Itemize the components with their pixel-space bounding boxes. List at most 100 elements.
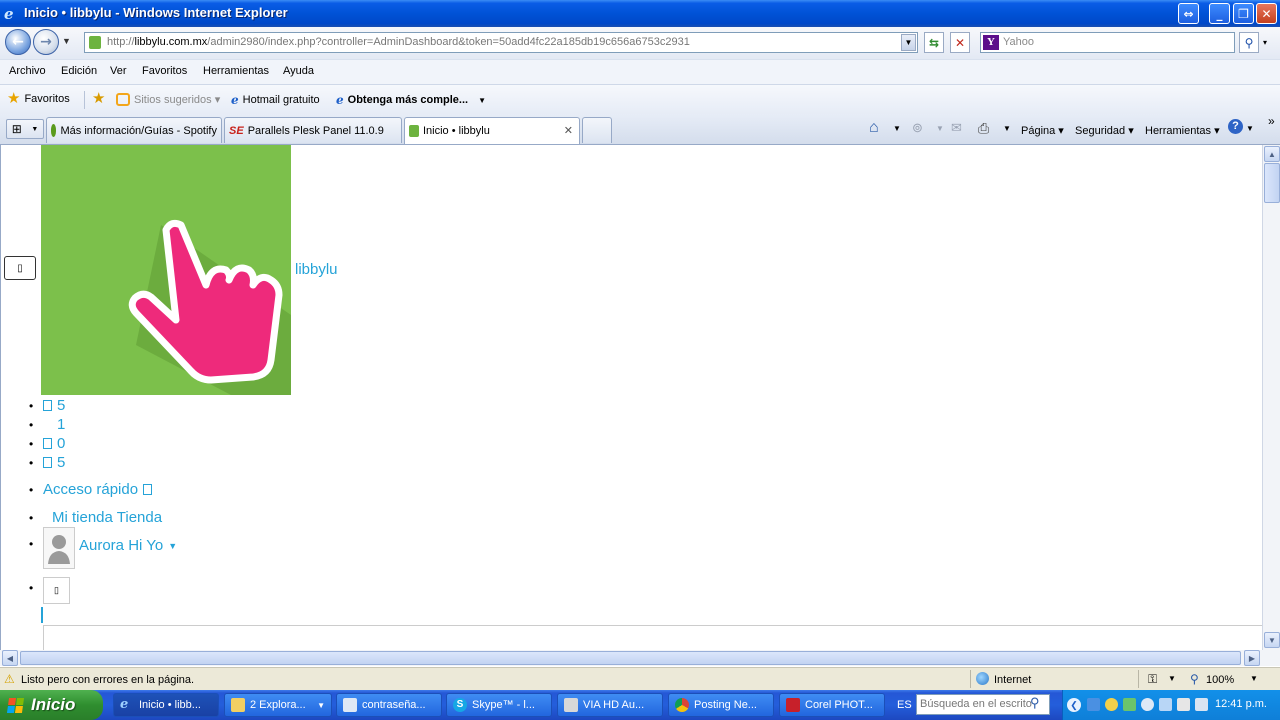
chevron-down-icon[interactable]: ▼: [1168, 674, 1176, 683]
site-favicon-icon: [409, 125, 419, 137]
tab-spotify[interactable]: Más información/Guías - Spotify: [46, 117, 222, 143]
warning-icon[interactable]: ⚠: [4, 672, 16, 686]
my-store-link[interactable]: • Mi tienda Tienda: [29, 509, 162, 526]
horizontal-scrollbar[interactable]: ◀ ▶: [0, 650, 1262, 666]
chevron-down-icon: [143, 484, 153, 495]
url-dropdown-icon[interactable]: ▼: [901, 34, 916, 51]
menu-favoritos[interactable]: Favoritos: [142, 65, 187, 77]
zoom-level[interactable]: 100%: [1206, 674, 1234, 686]
address-input[interactable]: http://libbylu.com.mx/admin2980/index.ph…: [84, 32, 918, 53]
scroll-down-icon[interactable]: ▼: [1264, 632, 1280, 648]
content-frame: [43, 625, 1262, 650]
print-dropdown-icon[interactable]: ▼: [1003, 124, 1011, 133]
tray-app-icon[interactable]: [1105, 698, 1118, 711]
home-icon[interactable]: ⌂: [869, 119, 879, 137]
switch-view-button[interactable]: ⇔: [1178, 3, 1199, 24]
add-favorite-button[interactable]: ★: [92, 91, 105, 106]
suggested-sites-link[interactable]: Sitios sugeridos ▾: [116, 93, 220, 106]
tools-menu[interactable]: Herramientas ▾: [1145, 124, 1220, 137]
quick-access-link[interactable]: • Acceso rápido: [29, 481, 157, 498]
taskbar-button-ie[interactable]: e Inicio • libb...: [113, 693, 219, 717]
history-dropdown-icon[interactable]: ▼: [62, 36, 71, 46]
search-icon[interactable]: ⚲: [1030, 695, 1040, 711]
search-button[interactable]: ⚲: [1239, 32, 1259, 53]
menu-ayuda[interactable]: Ayuda: [283, 65, 314, 77]
tab-plesk[interactable]: SE Parallels Plesk Panel 11.0.9: [224, 117, 402, 143]
box-button[interactable]: ▯: [43, 577, 70, 604]
close-tab-icon[interactable]: ✕: [564, 124, 573, 137]
tray-app-icon[interactable]: [1123, 698, 1136, 711]
hotmail-link[interactable]: e Hotmail gratuito: [231, 93, 320, 107]
print-icon[interactable]: ⎙: [978, 120, 989, 137]
protected-mode-icon[interactable]: ⚿: [1148, 672, 1157, 687]
taskbar-button-document[interactable]: contraseña...: [336, 693, 442, 717]
mail-icon[interactable]: ✉: [951, 120, 962, 136]
site-name-link[interactable]: libbylu: [295, 261, 338, 278]
close-button[interactable]: ✕: [1256, 3, 1277, 24]
home-dropdown-icon[interactable]: ▼: [893, 124, 901, 133]
avatar[interactable]: [43, 527, 75, 569]
scroll-right-icon[interactable]: ▶: [1244, 650, 1260, 666]
new-tab-button[interactable]: [582, 117, 612, 143]
refresh-button[interactable]: ⇆: [924, 32, 944, 53]
page-menu[interactable]: Página ▾: [1021, 124, 1064, 137]
scroll-up-icon[interactable]: ▲: [1264, 146, 1280, 162]
minimize-button[interactable]: _: [1209, 3, 1230, 24]
menu-edicion[interactable]: Edición: [61, 65, 97, 77]
network-icon[interactable]: [1159, 698, 1172, 711]
favorites-button[interactable]: ★ Favoritos: [7, 91, 70, 106]
security-menu[interactable]: Seguridad ▾: [1075, 124, 1134, 137]
taskbar-button-corel[interactable]: Corel PHOT...: [779, 693, 885, 717]
site-logo[interactable]: [41, 145, 291, 395]
tray-app-icon[interactable]: [1177, 698, 1190, 711]
divider: [84, 91, 85, 109]
menu-archivo[interactable]: Archivo: [9, 65, 46, 77]
start-button[interactable]: Inicio: [0, 690, 103, 720]
more-commands-icon[interactable]: »: [1268, 114, 1275, 128]
feed-dropdown-icon[interactable]: ▼: [936, 124, 944, 133]
notification-item[interactable]: • 5: [29, 454, 65, 471]
tray-app-icon[interactable]: [1087, 698, 1100, 711]
scroll-left-icon[interactable]: ◀: [2, 650, 18, 666]
scroll-corner: [1262, 650, 1280, 666]
quick-tabs-button[interactable]: ⊞ ▼: [6, 119, 44, 139]
notification-item[interactable]: • 5: [29, 397, 65, 414]
forward-button[interactable]: →: [33, 29, 59, 55]
get-more-link[interactable]: e Obtenga más comple... ▼: [336, 93, 486, 107]
taskbar-button-skype[interactable]: S Skype™ - l...: [446, 693, 552, 717]
taskbar-button-explorer[interactable]: 2 Explora... ▼: [224, 693, 332, 717]
search-input[interactable]: Y Yahoo: [980, 32, 1235, 53]
tray-app-icon[interactable]: [1141, 698, 1154, 711]
clock[interactable]: 12:41 p.m.: [1215, 698, 1267, 710]
show-hidden-icons[interactable]: ❮: [1067, 698, 1081, 712]
help-dropdown-icon[interactable]: ▼: [1246, 124, 1254, 133]
help-icon[interactable]: ?: [1228, 119, 1243, 134]
scroll-thumb[interactable]: [1264, 163, 1280, 203]
notification-item[interactable]: • 1: [29, 416, 65, 433]
menu-ver[interactable]: Ver: [110, 65, 127, 77]
maximize-button[interactable]: ❐: [1233, 3, 1254, 24]
back-button[interactable]: ←: [5, 29, 31, 55]
taskbar-button-chrome[interactable]: Posting Ne...: [668, 693, 774, 717]
system-tray: ❮ 12:41 p.m.: [1062, 690, 1280, 720]
sidebar-toggle-button[interactable]: ▯: [4, 256, 36, 280]
stop-button[interactable]: ✕: [950, 32, 970, 53]
language-indicator[interactable]: ES: [897, 699, 912, 711]
zoom-dropdown-icon[interactable]: ▼: [1250, 674, 1258, 683]
scroll-thumb[interactable]: [20, 651, 1241, 665]
menu-herramientas[interactable]: Herramientas: [203, 65, 269, 77]
refresh-icon: ⇆: [928, 35, 940, 50]
taskbar-button-via-hd[interactable]: VIA HD Au...: [557, 693, 663, 717]
user-menu-link[interactable]: Aurora Hi Yo ▼: [79, 537, 177, 554]
internet-globe-icon: [976, 672, 989, 685]
rss-feed-icon[interactable]: ⊚: [912, 120, 923, 136]
volume-icon[interactable]: [1195, 698, 1208, 711]
stop-icon: ✕: [954, 35, 966, 50]
search-options-icon[interactable]: ▾: [1263, 38, 1267, 47]
alert-icon: [43, 457, 52, 468]
page-content: ▯ libbylu • 5 • 1 • 0 • 5 • Acceso rápido • Mi…: [0, 145, 1262, 650]
tab-inicio[interactable]: Inicio • libbylu ✕: [404, 117, 580, 144]
ie-page-icon: e: [336, 93, 344, 107]
notification-item[interactable]: • 0: [29, 435, 65, 452]
vertical-scrollbar[interactable]: ▲ ▼: [1262, 145, 1280, 650]
